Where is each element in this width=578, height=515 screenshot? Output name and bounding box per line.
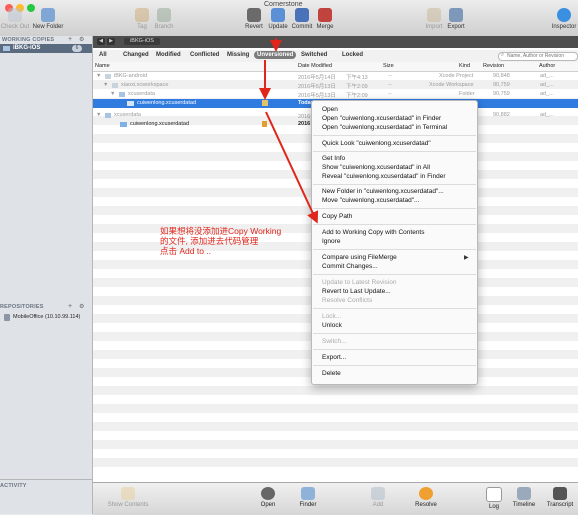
log-icon [486,487,502,502]
annotation-arrows [259,38,319,224]
transcript-icon [553,487,567,500]
annotation-line-3: 点击 Add to .. [160,246,212,256]
magnifier-icon [261,487,275,500]
add-button[interactable]: Add [363,487,393,508]
arrow-to-add-item [265,111,319,224]
timeline-icon [517,487,531,500]
resolve-icon [419,487,433,500]
open-button[interactable]: Open [253,487,283,508]
finder-button[interactable]: Finder [293,487,323,508]
box-icon [121,487,135,500]
transcript-button[interactable]: Transcript [543,487,577,508]
add-icon [371,487,385,500]
log-button[interactable]: Log [479,487,509,510]
annotation-line-2: 的文件, 添加进去代码管理 [160,236,259,246]
resolve-button[interactable]: Resolve [409,487,443,508]
bottom-toolbar: Show Contents Open Finder Add Resolve Lo… [93,482,578,515]
annotation-note: 如果想将没添加进Copy Working 的文件, 添加进去代码管理 点击 Ad… [160,226,310,256]
annotation-line-1: 如果想将没添加进Copy Working [160,226,282,236]
timeline-button[interactable]: Timeline [509,487,539,508]
show-contents-button[interactable]: Show Contents [103,487,153,508]
finder-icon [301,487,315,500]
